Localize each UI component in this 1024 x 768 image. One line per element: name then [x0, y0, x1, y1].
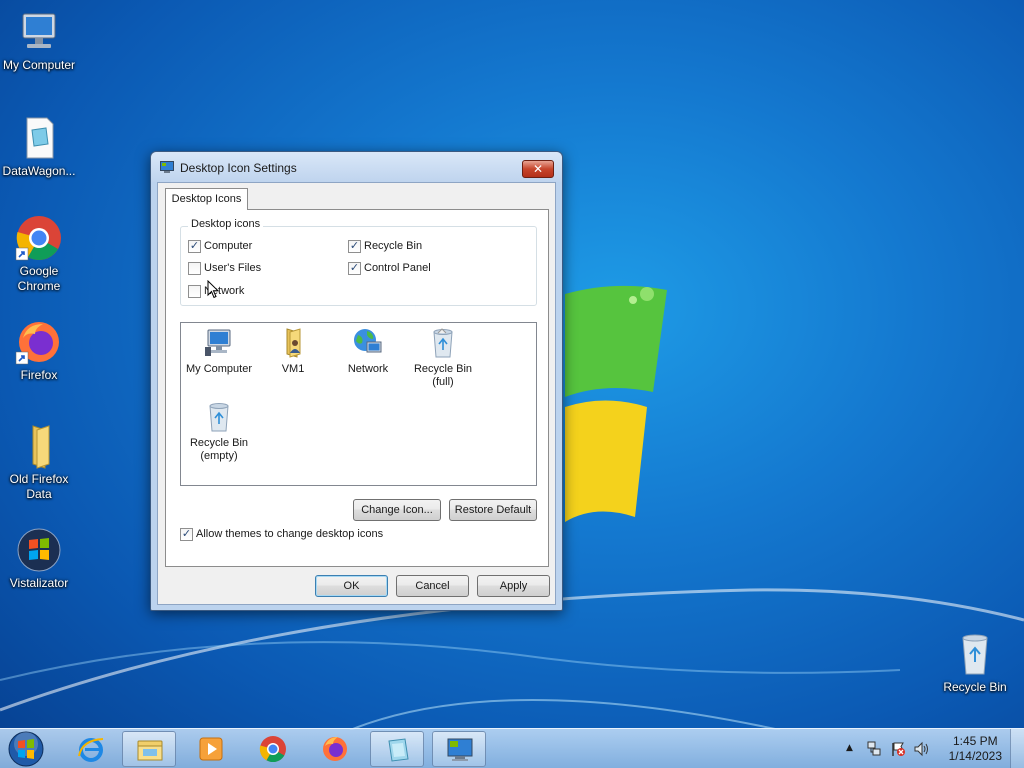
cancel-button[interactable]: Cancel	[396, 575, 469, 597]
checkbox-label: Recycle Bin	[364, 240, 423, 252]
desktop-icon-label: Firefox	[20, 368, 58, 382]
media-player-icon	[199, 737, 223, 761]
close-icon: ✕	[532, 162, 544, 176]
close-button[interactable]: ✕	[522, 160, 554, 178]
checkbox-box[interactable]: ✓	[348, 240, 361, 253]
windows-logo-wallpaper	[565, 285, 667, 522]
desktop-icon-recycle-bin[interactable]: Recycle Bin	[936, 630, 1014, 695]
tab-desktop-icons[interactable]: Desktop Icons	[165, 188, 248, 210]
volume-icon[interactable]	[913, 741, 931, 757]
network-tray-icon[interactable]	[866, 741, 882, 757]
desktop-icon-settings-dialog: Desktop Icon Settings ✕ Desktop Icons De…	[150, 151, 563, 611]
windows-explorer-icon	[137, 740, 163, 761]
clock-time: 1:45 PM	[952, 734, 998, 748]
taskbar-datawagon[interactable]	[370, 731, 424, 767]
checkbox-box[interactable]	[188, 262, 201, 275]
taskbar-firefox[interactable]	[308, 731, 362, 767]
checkbox-box[interactable]	[188, 285, 201, 298]
document-icon	[26, 117, 54, 159]
checkbox-allow-themes[interactable]: ✓ Allow themes to change desktop icons	[180, 528, 383, 542]
list-item-label: VM1	[281, 363, 305, 375]
checkbox-computer[interactable]: ✓ Computer	[188, 240, 252, 254]
list-item-label: My Computer	[185, 363, 253, 375]
action-center-flag-icon[interactable]	[890, 741, 906, 757]
vistalizator-icon	[17, 528, 61, 572]
desktop-settings-icon	[160, 161, 174, 173]
dialog-client-area: Desktop Icons Desktop icons ✓ Computer ✓ R…	[157, 182, 556, 605]
list-item-label: Recycle Bin (empty)	[189, 437, 249, 462]
desktop-icon-old-firefox-data[interactable]: Old Firefox Data	[0, 422, 78, 502]
my-computer-icon	[205, 329, 231, 356]
show-hidden-icons-button[interactable]: ▲	[846, 743, 853, 753]
list-item-recycle-bin-empty[interactable]: Recycle Bin (empty)	[183, 401, 255, 463]
taskbar-chrome[interactable]	[246, 731, 300, 767]
firefox-icon	[323, 737, 347, 761]
desktop-icon-google-chrome[interactable]: Google Chrome	[0, 214, 78, 294]
list-item-vm1[interactable]: VM1	[257, 327, 329, 376]
list-item-recycle-bin-full[interactable]: Recycle Bin (full)	[407, 327, 479, 389]
desktop-icon-label: Old Firefox Data	[9, 472, 69, 501]
recycle-bin-icon	[962, 634, 988, 675]
checkbox-users-files[interactable]: User's Files	[188, 262, 261, 276]
taskbar: ▲ 1:45 PM 1/14/2023	[0, 728, 1024, 768]
taskbar-media-player[interactable]	[184, 731, 238, 767]
taskbar-internet-explorer[interactable]	[64, 731, 118, 767]
desktop-icon-label: Google Chrome	[17, 264, 61, 293]
desktop-icon-label: Recycle Bin	[943, 680, 1007, 694]
chrome-icon	[15, 216, 61, 261]
desktop-icon-datawagon[interactable]: DataWagon...	[0, 114, 78, 179]
clock-date: 1/14/2023	[948, 749, 1002, 763]
start-button[interactable]	[6, 730, 46, 768]
list-item-my-computer[interactable]: My Computer	[183, 327, 255, 376]
ok-button[interactable]: OK	[315, 575, 388, 597]
groupbox-title: Desktop icons	[188, 218, 264, 230]
dialog-title: Desktop Icon Settings	[180, 161, 297, 175]
my-computer-icon	[22, 13, 56, 48]
show-desktop-button[interactable]	[1010, 729, 1024, 768]
checkbox-recycle-bin[interactable]: ✓ Recycle Bin	[348, 240, 422, 254]
checkbox-label: Control Panel	[364, 262, 431, 274]
desktop-icon-my-computer[interactable]: My Computer	[0, 8, 78, 73]
taskbar-windows-explorer[interactable]	[122, 731, 176, 767]
taskbar-clock[interactable]: 1:45 PM 1/14/2023	[949, 734, 1002, 764]
network-icon	[354, 329, 382, 353]
dialog-titlebar[interactable]: Desktop Icon Settings ✕	[151, 152, 562, 182]
checkbox-label: User's Files	[204, 262, 262, 274]
taskbar-desktop-icon-settings[interactable]	[432, 731, 486, 767]
apply-button[interactable]: Apply	[477, 575, 550, 597]
desktop-settings-icon	[447, 738, 473, 761]
change-icon-button[interactable]: Change Icon...	[353, 499, 441, 521]
list-item-label: Recycle Bin (full)	[413, 363, 473, 388]
firefox-icon	[15, 322, 59, 365]
user-folder-icon	[286, 328, 301, 358]
restore-default-button[interactable]: Restore Default	[449, 499, 537, 521]
checkbox-label: Computer	[204, 240, 253, 252]
mouse-cursor-icon	[207, 280, 219, 299]
checkbox-label: Allow themes to change desktop icons	[196, 528, 384, 540]
desktop-icons-groupbox: Desktop icons ✓ Computer ✓ Recycle Bin Use…	[180, 218, 537, 306]
checkbox-box[interactable]: ✓	[188, 240, 201, 253]
recycle-bin-empty-icon	[209, 403, 229, 432]
list-item-network[interactable]: Network	[332, 327, 404, 376]
desktop-icon-label: Vistalizator	[9, 576, 69, 590]
list-item-label: Network	[347, 363, 389, 375]
folder-icon	[32, 425, 50, 469]
desktop-icon-vistalizator[interactable]: Vistalizator	[0, 526, 78, 591]
chrome-icon	[259, 736, 286, 763]
icon-list[interactable]: My Computer VM1 Network Recycle Bin (ful…	[180, 322, 537, 486]
desktop-icon-label: DataWagon...	[2, 164, 76, 178]
desktop-icon-label: My Computer	[2, 58, 76, 72]
desktop-icon-firefox[interactable]: Firefox	[0, 318, 78, 383]
checkbox-box[interactable]: ✓	[348, 262, 361, 275]
checkbox-control-panel[interactable]: ✓ Control Panel	[348, 262, 431, 276]
datawagon-icon	[388, 738, 409, 762]
internet-explorer-icon	[78, 738, 104, 762]
recycle-bin-full-icon	[433, 328, 453, 358]
checkbox-box[interactable]: ✓	[180, 528, 193, 541]
tab-panel: Desktop icons ✓ Computer ✓ Recycle Bin Use…	[165, 209, 549, 567]
